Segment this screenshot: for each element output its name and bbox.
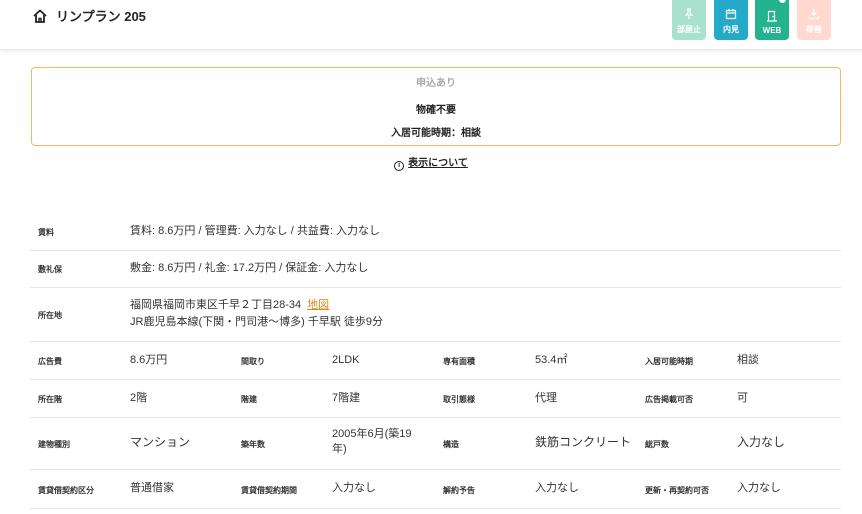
renewal-value: 入力なし [737,482,781,494]
location-label: 所在地 [38,311,62,320]
structure-value: 鉄筋コンクリート [535,435,632,449]
movein-value: 相談 [737,354,759,366]
room-hold-label: 部屋止 [677,25,701,34]
room-hold-button[interactable]: 部屋止 [672,0,706,40]
detail-row: 賃貸借契約区分 普通借家 賃貸借契約期間 入力なし 解約予告 入力なし 更新・再… [30,470,841,509]
page-title: リンプラン 205 [56,9,146,24]
deposit-row: 敷礼保 敷金: 8.6万円 / 礼金: 17.2万円 / 保証金: 入力なし [30,251,841,288]
contract-type-label: 賃貸借契約区分 [38,486,94,495]
web-label: WEB [762,26,782,35]
home-icon[interactable] [32,8,48,24]
renewal-label: 更新・再契約可否 [645,486,709,495]
age-value: 2005年6月(築19年) [332,428,412,455]
info-icon: i [394,161,405,171]
detail-row: 所在階 2階 階建 7階建 取引態様 代理 広告掲載可否 可 [30,380,841,418]
structure-label: 構造 [443,440,459,449]
layout-label: 間取り [241,357,265,366]
web-button[interactable]: WEB [755,0,789,40]
door-icon [767,10,777,22]
contract-period-label: 賃貸借契約期間 [241,486,297,495]
building-type-label: 建物種別 [38,440,70,449]
contract-type-value: 普通借家 [130,482,174,494]
floor-value: 2階 [130,392,148,404]
rent-label: 賃料 [38,228,54,237]
access-text: JR鹿児島本線(下関・門司港～博多) 千早駅 徒歩9分 [130,316,383,328]
layout-value: 2LDK [332,354,360,366]
confirmation-note: 物確不要 [416,105,456,116]
calendar-icon [725,9,737,20]
area-value: 53.4㎡ [535,354,568,366]
building-type-value: マンション [130,435,191,449]
area-label: 専有面積 [443,357,475,366]
age-label: 築年数 [241,440,265,449]
application-notice: 申込あり 物確不要 入居可能時期：相談 [31,67,841,146]
location-row: 所在地 福岡県福岡市東区千早２丁目28-34 地図 JR鹿児島本線(下関・門司港～… [30,288,841,342]
contract-period-value: 入力なし [332,482,376,494]
total-units-value: 入力なし [737,435,786,449]
viewing-label: 内見 [723,25,739,34]
rent-value: 賃料: 8.6万円 / 管理費: 入力なし / 共益費: 入力なし [130,225,380,237]
download-button[interactable]: 帯替 [797,0,831,40]
detail-row: 建物種別 マンション 築年数 2005年6月(築19年) 構造 鉄筋コンクリート… [30,418,841,470]
total-units-label: 総戸数 [645,440,669,449]
address-line: 福岡県福岡市東区千早２丁目28-34 地図 [130,298,329,313]
ad-allowed-label: 広告掲載可否 [645,395,693,404]
transaction-value: 代理 [535,392,557,404]
movein-note: 入居可能時期：相談 [391,128,481,139]
floor-label: 所在階 [38,395,62,404]
ad-fee-label: 広告費 [38,357,62,366]
title-area: リンプラン 205 [32,6,146,25]
download-icon [808,9,820,20]
cancellation-label: 解約予告 [443,486,475,495]
download-label: 帯替 [806,25,822,34]
viewing-button[interactable]: 内見 [714,0,748,40]
page-header: リンプラン 205 部屋止 内見 WEB 帯替 [0,0,862,50]
display-info-label[interactable]: 表示について [408,158,468,169]
ad-fee-value: 8.6万円 [130,354,168,366]
application-status: 申込あり [416,78,456,89]
map-link[interactable]: 地図 [307,299,329,311]
deposit-value: 敷金: 8.6万円 / 礼金: 17.2万円 / 保証金: 入力なし [130,262,369,274]
cancellation-value: 入力なし [535,482,579,494]
ad-allowed-value: 可 [737,392,748,404]
stories-label: 階建 [241,395,257,404]
pin-icon [684,8,694,19]
display-info-link[interactable]: i 表示について [0,154,862,171]
rent-row: 賃料 賃料: 8.6万円 / 管理費: 入力なし / 共益費: 入力なし [30,213,841,251]
address-text: 福岡県福岡市東区千早２丁目28-34 [130,299,302,311]
deposit-label: 敷礼保 [38,265,62,274]
transaction-label: 取引態様 [443,395,475,404]
detail-row: 広告費 8.6万円 間取り 2LDK 専有面積 53.4㎡ 入居可能時期 相談 [30,342,841,380]
movein-label: 入居可能時期 [645,357,693,366]
stories-value: 7階建 [332,392,361,404]
notification-badge [778,0,787,4]
